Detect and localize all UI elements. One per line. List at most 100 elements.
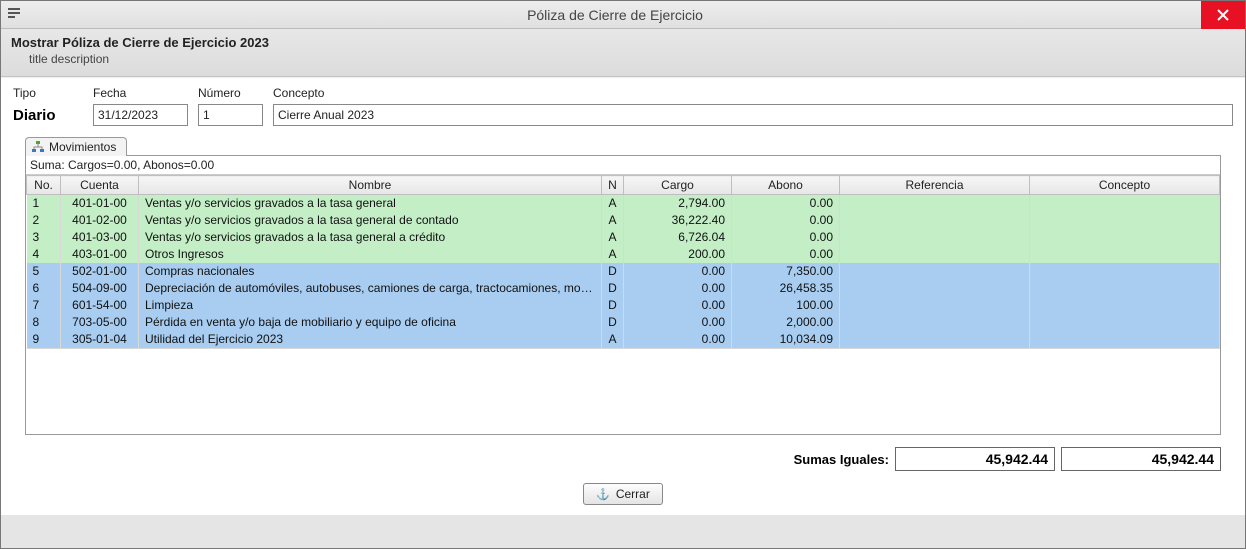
numero-label: Número bbox=[198, 86, 263, 100]
cell-ref bbox=[840, 280, 1030, 297]
header-band: Mostrar Póliza de Cierre de Ejercicio 20… bbox=[1, 29, 1245, 77]
cell-abono: 2,000.00 bbox=[732, 314, 840, 331]
table-row[interactable]: 2401-02-00Ventas y/o servicios gravados … bbox=[27, 212, 1220, 229]
cell-abono: 100.00 bbox=[732, 297, 840, 314]
cell-no: 4 bbox=[27, 246, 61, 263]
totals-row: Sumas Iguales: 45,942.44 45,942.44 bbox=[13, 439, 1233, 479]
cell-no: 1 bbox=[27, 195, 61, 213]
cell-cuenta: 703-05-00 bbox=[61, 314, 139, 331]
cell-n: D bbox=[602, 263, 624, 280]
table-row[interactable]: 9305-01-04Utilidad del Ejercicio 2023A0.… bbox=[27, 331, 1220, 349]
cell-no: 5 bbox=[27, 263, 61, 280]
table-row[interactable]: 8703-05-00Pérdida en venta y/o baja de m… bbox=[27, 314, 1220, 331]
cell-abono: 0.00 bbox=[732, 246, 840, 263]
cell-cuenta: 305-01-04 bbox=[61, 331, 139, 349]
form-area: Tipo Fecha Número Concepto Diario bbox=[1, 77, 1245, 515]
cell-ref bbox=[840, 297, 1030, 314]
cell-ref bbox=[840, 246, 1030, 263]
cell-cargo: 0.00 bbox=[624, 297, 732, 314]
cell-cargo: 2,794.00 bbox=[624, 195, 732, 213]
hierarchy-icon bbox=[32, 141, 44, 153]
cell-cuenta: 401-01-00 bbox=[61, 195, 139, 213]
movements-table[interactable]: No. Cuenta Nombre N Cargo Abono Referenc… bbox=[26, 175, 1220, 349]
table-row[interactable]: 1401-01-00Ventas y/o servicios gravados … bbox=[27, 195, 1220, 213]
cell-cargo: 0.00 bbox=[624, 280, 732, 297]
cell-nombre: Ventas y/o servicios gravados a la tasa … bbox=[139, 212, 602, 229]
cell-concep bbox=[1030, 331, 1220, 349]
col-no[interactable]: No. bbox=[27, 176, 61, 195]
table-row[interactable]: 4403-01-00Otros IngresosA200.000.00 bbox=[27, 246, 1220, 263]
cell-cargo: 0.00 bbox=[624, 331, 732, 349]
cell-concep bbox=[1030, 229, 1220, 246]
cell-ref bbox=[840, 212, 1030, 229]
cell-nombre: Otros Ingresos bbox=[139, 246, 602, 263]
tab-strip: Movimientos bbox=[17, 136, 1233, 155]
cell-ref bbox=[840, 229, 1030, 246]
cell-concep bbox=[1030, 263, 1220, 280]
cell-cargo: 200.00 bbox=[624, 246, 732, 263]
cell-ref bbox=[840, 263, 1030, 280]
cell-n: A bbox=[602, 246, 624, 263]
cell-concep bbox=[1030, 297, 1220, 314]
cell-concep bbox=[1030, 314, 1220, 331]
cell-no: 7 bbox=[27, 297, 61, 314]
app-icon bbox=[1, 1, 29, 29]
title-bar: Póliza de Cierre de Ejercicio bbox=[1, 1, 1245, 29]
cell-abono: 0.00 bbox=[732, 229, 840, 246]
anchor-icon: ⚓ bbox=[596, 488, 610, 501]
tab-movimientos[interactable]: Movimientos bbox=[25, 137, 127, 156]
cell-n: D bbox=[602, 280, 624, 297]
cell-n: A bbox=[602, 229, 624, 246]
cell-concep bbox=[1030, 212, 1220, 229]
numero-input[interactable] bbox=[198, 104, 263, 126]
col-abono[interactable]: Abono bbox=[732, 176, 840, 195]
fecha-label: Fecha bbox=[93, 86, 188, 100]
col-nombre[interactable]: Nombre bbox=[139, 176, 602, 195]
table-row[interactable]: 3401-03-00Ventas y/o servicios gravados … bbox=[27, 229, 1220, 246]
col-referencia[interactable]: Referencia bbox=[840, 176, 1030, 195]
cell-cuenta: 601-54-00 bbox=[61, 297, 139, 314]
cerrar-label: Cerrar bbox=[616, 487, 650, 501]
dialog-window: Póliza de Cierre de Ejercicio Mostrar Pó… bbox=[0, 0, 1246, 549]
cell-ref bbox=[840, 195, 1030, 213]
table-row[interactable]: 7601-54-00LimpiezaD0.00100.00 bbox=[27, 297, 1220, 314]
concepto-input[interactable] bbox=[273, 104, 1233, 126]
cell-ref bbox=[840, 331, 1030, 349]
header-title: Mostrar Póliza de Cierre de Ejercicio 20… bbox=[11, 35, 1235, 50]
cell-nombre: Ventas y/o servicios gravados a la tasa … bbox=[139, 229, 602, 246]
cell-nombre: Compras nacionales bbox=[139, 263, 602, 280]
cell-cargo: 6,726.04 bbox=[624, 229, 732, 246]
table-row[interactable]: 6504-09-00Depreciación de automóviles, a… bbox=[27, 280, 1220, 297]
cell-cuenta: 504-09-00 bbox=[61, 280, 139, 297]
cell-cargo: 0.00 bbox=[624, 263, 732, 280]
cell-cuenta: 502-01-00 bbox=[61, 263, 139, 280]
cell-no: 9 bbox=[27, 331, 61, 349]
total-abono: 45,942.44 bbox=[1061, 447, 1221, 471]
totals-label: Sumas Iguales: bbox=[794, 452, 889, 467]
window-title: Póliza de Cierre de Ejercicio bbox=[29, 7, 1201, 23]
close-window-button[interactable] bbox=[1201, 1, 1245, 29]
cell-n: A bbox=[602, 212, 624, 229]
cell-cargo: 36,222.40 bbox=[624, 212, 732, 229]
header-subtitle: title description bbox=[11, 50, 1235, 66]
col-cargo[interactable]: Cargo bbox=[624, 176, 732, 195]
table-row[interactable]: 5502-01-00Compras nacionalesD0.007,350.0… bbox=[27, 263, 1220, 280]
col-concepto[interactable]: Concepto bbox=[1030, 176, 1220, 195]
fecha-input[interactable] bbox=[93, 104, 188, 126]
cell-ref bbox=[840, 314, 1030, 331]
cell-concep bbox=[1030, 246, 1220, 263]
cell-no: 8 bbox=[27, 314, 61, 331]
cell-abono: 7,350.00 bbox=[732, 263, 840, 280]
col-cuenta[interactable]: Cuenta bbox=[61, 176, 139, 195]
cell-no: 3 bbox=[27, 229, 61, 246]
cell-concep bbox=[1030, 280, 1220, 297]
suma-line: Suma: Cargos=0.00, Abonos=0.00 bbox=[26, 156, 1220, 175]
cell-n: D bbox=[602, 297, 624, 314]
footer-buttons: ⚓ Cerrar bbox=[13, 479, 1233, 515]
cell-cuenta: 401-02-00 bbox=[61, 212, 139, 229]
cell-nombre: Pérdida en venta y/o baja de mobiliario … bbox=[139, 314, 602, 331]
total-cargo: 45,942.44 bbox=[895, 447, 1055, 471]
grid-container: Suma: Cargos=0.00, Abonos=0.00 No. Cuent… bbox=[25, 155, 1221, 435]
cerrar-button[interactable]: ⚓ Cerrar bbox=[583, 483, 663, 505]
col-n[interactable]: N bbox=[602, 176, 624, 195]
